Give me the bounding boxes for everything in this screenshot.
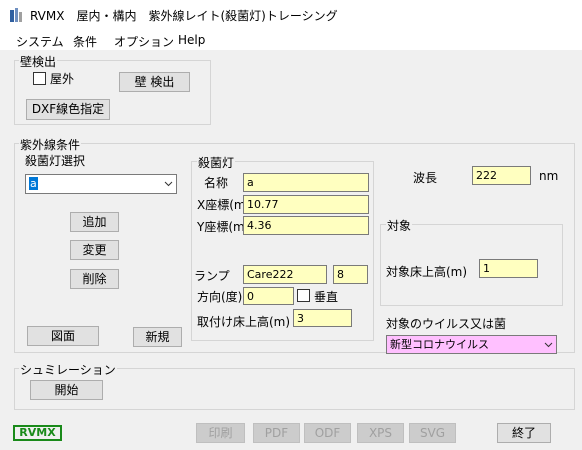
menu-system[interactable]: システム (16, 33, 64, 50)
simulation-group-label: シュミレーション (19, 361, 117, 378)
wavelength-label: 波長 (413, 171, 438, 185)
vertical-checkbox[interactable] (297, 289, 310, 302)
outdoor-label: 屋外 (50, 72, 75, 86)
app-icon (9, 7, 23, 23)
mount-height-field[interactable]: 3 (293, 309, 352, 327)
y-coord-label: Y座標(m) (197, 220, 250, 234)
window-title: RVMX 屋内・構内 紫外線レイト(殺菌灯)トレーシング (30, 9, 338, 23)
wavelength-field[interactable]: 222 (472, 166, 531, 185)
change-button[interactable]: 変更 (70, 240, 119, 260)
mount-height-label: 取付け床上高(m) (197, 315, 291, 329)
chevron-down-icon (164, 181, 173, 187)
delete-button[interactable]: 削除 (70, 269, 119, 289)
lamp-count-field[interactable]: 8 (333, 265, 368, 284)
add-button[interactable]: 追加 (70, 212, 119, 232)
target-floor-height-label: 対象床上高(m) (386, 265, 468, 279)
lamp-type-label: ランプ (194, 269, 230, 283)
xps-button[interactable]: XPS (357, 423, 404, 443)
wall-detect-group-label: 壁検出 (19, 53, 58, 70)
lamp-select-value: a (29, 177, 38, 190)
menu-options[interactable]: オプション (114, 33, 174, 50)
vertical-label: 垂直 (314, 290, 339, 304)
menu-conditions[interactable]: 条件 (73, 33, 97, 50)
target-virus-combo[interactable]: 新型コロナウイルス (386, 335, 557, 354)
lamp-type-field[interactable]: Care222 (243, 265, 327, 284)
exit-button[interactable]: 終了 (497, 423, 551, 443)
target-group-label: 対象 (386, 217, 413, 234)
rvmx-logo: RVMX (13, 425, 62, 441)
lamp-group-label: 殺菌灯 (197, 154, 236, 171)
target-virus-value: 新型コロナウイルス (390, 338, 489, 351)
svg-button[interactable]: SVG (409, 423, 456, 443)
figure-button[interactable]: 図面 (27, 326, 99, 346)
wavelength-unit: nm (539, 169, 559, 183)
target-virus-label: 対象のウイルス又は菌 (386, 317, 507, 331)
odf-button[interactable]: ODF (304, 423, 351, 443)
lamp-select-label: 殺菌灯選択 (25, 154, 86, 168)
lamp-name-field[interactable]: a (243, 173, 369, 192)
wall-detect-button[interactable]: 壁 検出 (119, 72, 190, 92)
direction-field[interactable]: 0 (243, 287, 294, 305)
target-floor-height-field[interactable]: 1 (479, 259, 538, 278)
dxf-line-color-button[interactable]: DXF線色指定 (26, 99, 110, 120)
menu-help[interactable]: Help (178, 33, 205, 47)
y-coord-field[interactable]: 4.36 (243, 216, 369, 235)
new-button[interactable]: 新規 (133, 327, 182, 347)
pdf-button[interactable]: PDF (253, 423, 300, 443)
chevron-down-icon (544, 342, 553, 348)
print-button[interactable]: 印刷 (196, 423, 245, 443)
outdoor-checkbox[interactable] (33, 72, 46, 85)
lamp-select-combo[interactable]: a (25, 174, 177, 194)
start-button[interactable]: 開始 (30, 380, 103, 400)
lamp-name-label: 名称 (204, 176, 229, 190)
x-coord-field[interactable]: 10.77 (243, 195, 369, 214)
uv-conditions-group-label: 紫外線条件 (19, 136, 82, 153)
direction-label: 方向(度) (197, 290, 243, 304)
